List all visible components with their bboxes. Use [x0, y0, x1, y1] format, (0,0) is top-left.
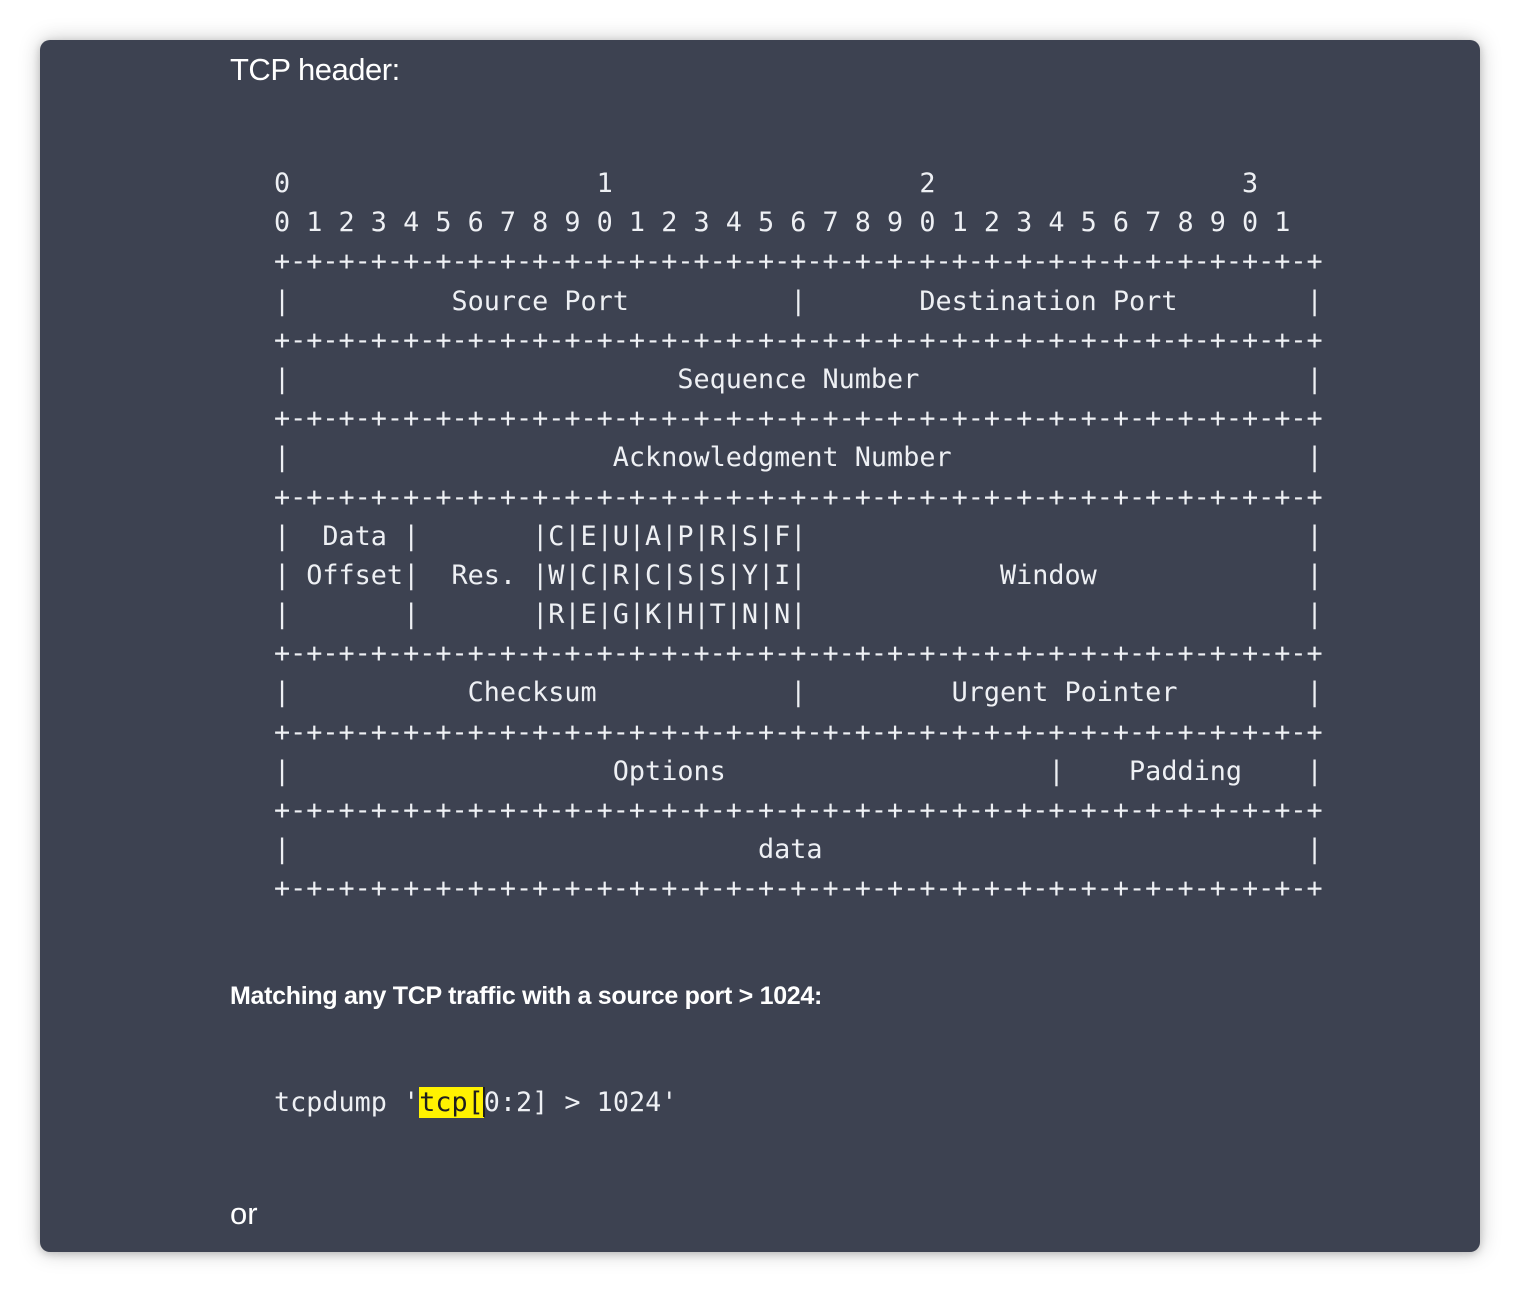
diagram-border: +-+-+-+-+-+-+-+-+-+-+-+-+-+-+-+-+-+-+-+-…: [274, 873, 1323, 905]
bit-tens-row: 0 1 2 3: [274, 168, 1259, 199]
diagram-border: +-+-+-+-+-+-+-+-+-+-+-+-+-+-+-+-+-+-+-+-…: [274, 246, 1323, 278]
ports-row: | Source Port | Destination Port |: [274, 285, 1323, 317]
search-highlight: tcp[: [419, 1087, 484, 1118]
tcpdump-command[interactable]: tcpdump 'tcp[0:2] > 1024': [274, 1084, 677, 1122]
flags-row-1: | Data | |C|E|U|A|P|R|S|F| |: [274, 520, 1323, 552]
options-padding-row: | Options | Padding |: [274, 755, 1323, 787]
command-prefix: tcpdump ': [274, 1087, 420, 1118]
flags-row-2: | Offset| Res. |W|C|R|C|S|S|Y|I| Window …: [274, 559, 1323, 591]
flags-row-3: | | |R|E|G|K|H|T|N|N| |: [274, 599, 1323, 631]
data-row: | data |: [274, 834, 1323, 866]
sequence-number-row: | Sequence Number |: [274, 363, 1323, 395]
diagram-border: +-+-+-+-+-+-+-+-+-+-+-+-+-+-+-+-+-+-+-+-…: [274, 481, 1323, 513]
trailing-text: or: [230, 1196, 258, 1231]
diagram-border: +-+-+-+-+-+-+-+-+-+-+-+-+-+-+-+-+-+-+-+-…: [274, 324, 1323, 356]
document-panel: TCP header: 0 1 2 3 0 1 2 3 4 5 6 7 8 9 0…: [40, 40, 1480, 1252]
diagram-border: +-+-+-+-+-+-+-+-+-+-+-+-+-+-+-+-+-+-+-+-…: [274, 795, 1323, 826]
diagram-border: +-+-+-+-+-+-+-+-+-+-+-+-+-+-+-+-+-+-+-+-…: [274, 403, 1323, 435]
diagram-border: +-+-+-+-+-+-+-+-+-+-+-+-+-+-+-+-+-+-+-+-…: [274, 638, 1323, 670]
diagram-border: +-+-+-+-+-+-+-+-+-+-+-+-+-+-+-+-+-+-+-+-…: [274, 716, 1323, 748]
example-heading: Matching any TCP traffic with a source p…: [230, 982, 823, 1010]
acknowledgment-number-row: | Acknowledgment Number |: [274, 442, 1323, 474]
section-heading: TCP header:: [230, 52, 400, 87]
command-suffix: 0:2] > 1024': [483, 1087, 678, 1118]
checksum-urgent-row: | Checksum | Urgent Pointer |: [274, 677, 1323, 709]
tcp-header-diagram: 0 1 2 3 0 1 2 3 4 5 6 7 8 9 0 1 2 3 4 5 6…: [274, 164, 1323, 909]
bit-ones-row: 0 1 2 3 4 5 6 7 8 9 0 1 2 3 4 5 6 7 8 9 …: [274, 207, 1291, 239]
